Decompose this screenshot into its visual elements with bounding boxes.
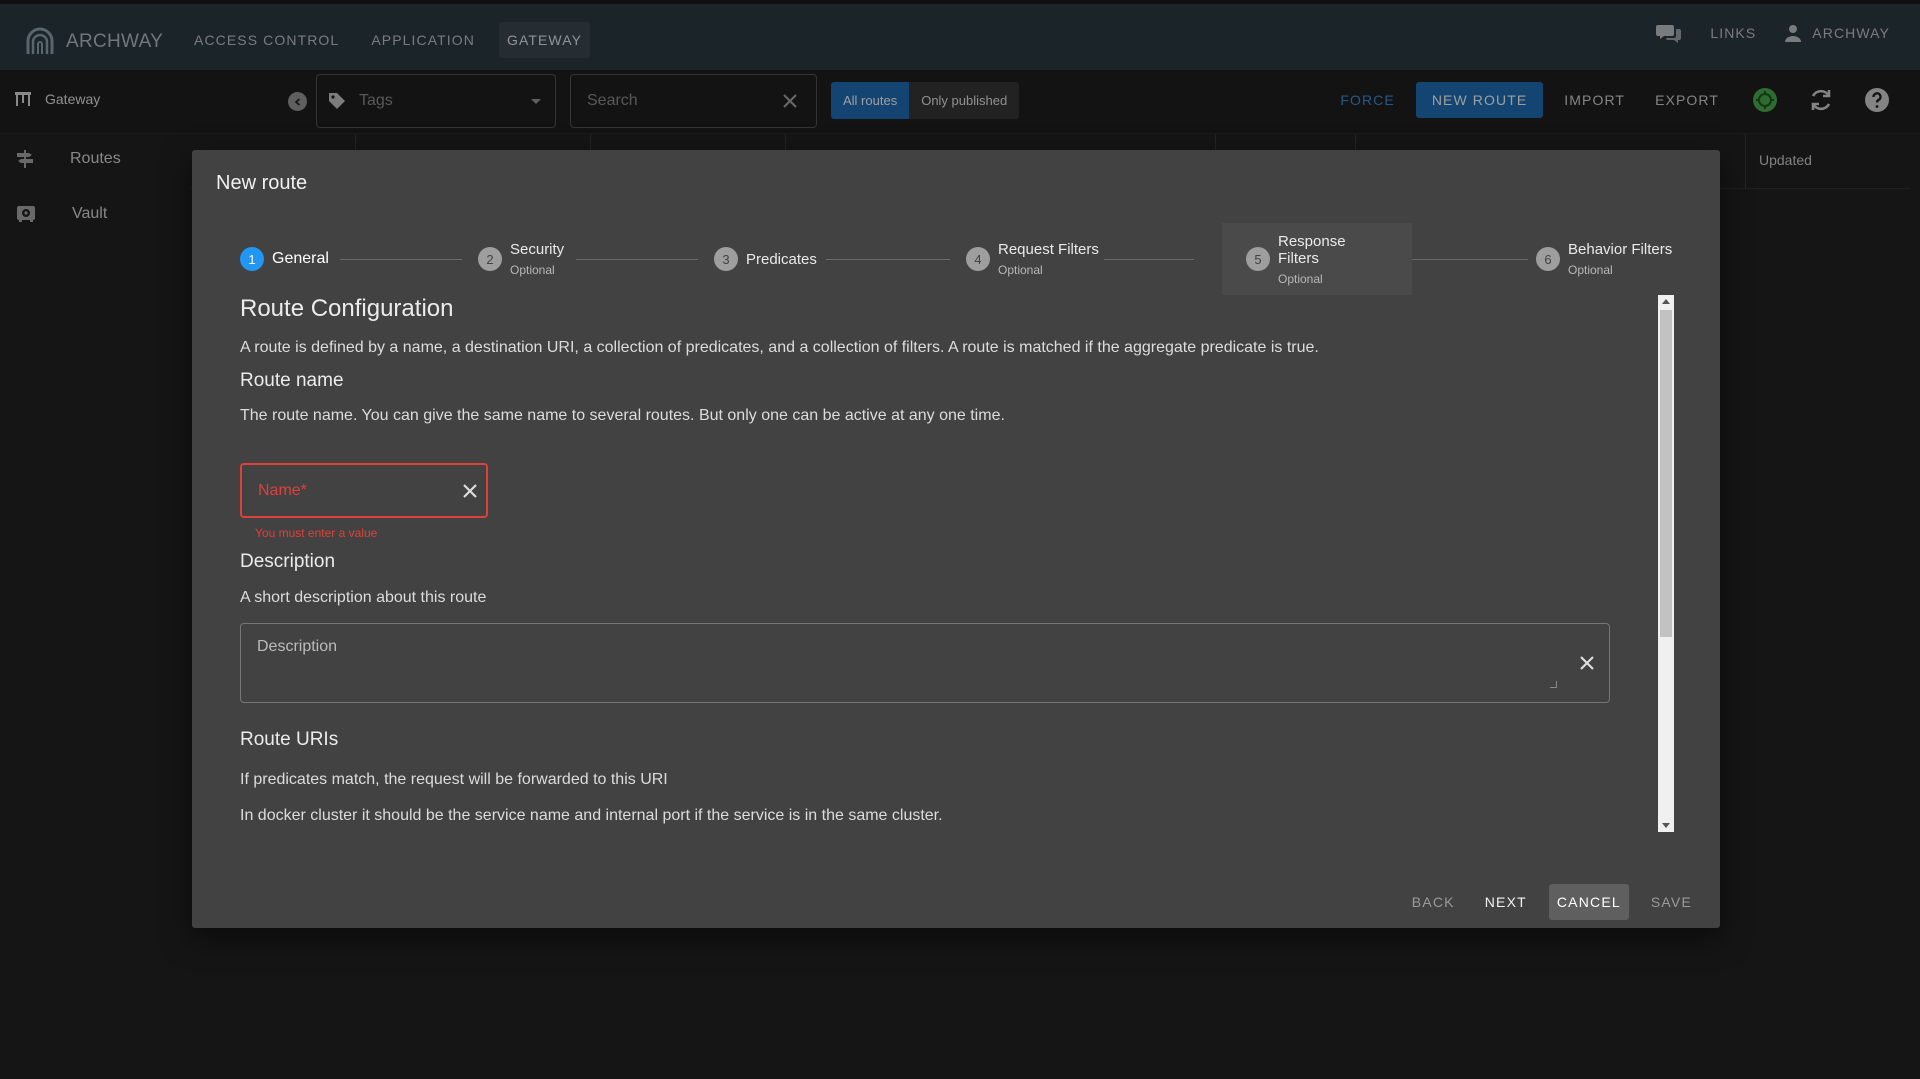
route-name-description: The route name. You can give the same na… bbox=[240, 407, 1005, 424]
content-scrollbar[interactable] bbox=[1658, 295, 1674, 832]
next-button[interactable]: NEXT bbox=[1477, 884, 1535, 920]
step-label: General bbox=[272, 250, 329, 267]
step-security[interactable]: 2 Security Optional bbox=[478, 223, 564, 295]
step-response-filters[interactable]: 5 Response Filters Optional bbox=[1222, 223, 1412, 295]
route-name-field bbox=[240, 463, 488, 518]
step-number: 1 bbox=[240, 247, 264, 271]
cancel-button[interactable]: CANCEL bbox=[1548, 884, 1629, 920]
dialog-actions: BACK NEXT CANCEL SAVE bbox=[1390, 884, 1700, 920]
save-button[interactable]: SAVE bbox=[1643, 884, 1700, 920]
step-number: 4 bbox=[966, 247, 990, 271]
route-configuration-intro: A route is defined by a name, a destinat… bbox=[240, 339, 1319, 356]
route-configuration-heading: Route Configuration bbox=[240, 295, 454, 322]
description-heading: Description bbox=[240, 551, 336, 572]
scrollbar-thumb[interactable] bbox=[1660, 310, 1672, 637]
step-number: 2 bbox=[478, 247, 502, 271]
step-optional: Optional bbox=[510, 263, 555, 277]
clear-name-icon[interactable] bbox=[462, 483, 478, 499]
step-number: 6 bbox=[1536, 247, 1560, 271]
scroll-down-arrow-icon[interactable] bbox=[1662, 823, 1670, 828]
step-content[interactable]: Route Configuration A route is defined b… bbox=[240, 295, 1710, 832]
resize-handle-icon[interactable] bbox=[1550, 681, 1557, 688]
route-name-input[interactable] bbox=[256, 480, 440, 501]
description-field bbox=[240, 623, 1610, 703]
route-name-error: You must enter a value bbox=[255, 526, 378, 540]
description-help: A short description about this route bbox=[240, 589, 487, 606]
step-connector bbox=[576, 259, 698, 260]
step-optional: Optional bbox=[998, 263, 1043, 277]
step-number: 5 bbox=[1246, 247, 1270, 271]
route-uris-description-1: If predicates match, the request will be… bbox=[240, 771, 668, 788]
stepper: 1 General 2 Security Optional 3 Predicat… bbox=[240, 223, 1680, 295]
step-connector bbox=[340, 259, 462, 260]
new-route-dialog: New route 1 General 2 Security Optional … bbox=[192, 150, 1720, 928]
step-number: 3 bbox=[714, 247, 738, 271]
description-input[interactable] bbox=[255, 636, 1519, 692]
step-general[interactable]: 1 General bbox=[240, 223, 329, 295]
step-optional: Optional bbox=[1278, 271, 1323, 286]
step-predicates[interactable]: 3 Predicates bbox=[714, 223, 817, 295]
step-connector bbox=[826, 259, 950, 260]
back-button[interactable]: BACK bbox=[1404, 884, 1463, 920]
route-name-heading: Route name bbox=[240, 370, 344, 391]
step-request-filters[interactable]: 4 Request Filters Optional bbox=[966, 223, 1099, 295]
step-label: Predicates bbox=[746, 250, 817, 268]
step-connector bbox=[1404, 259, 1528, 260]
step-label: Response Filters bbox=[1278, 232, 1346, 267]
route-uris-heading: Route URIs bbox=[240, 729, 339, 750]
step-label: Security bbox=[510, 241, 565, 258]
step-connector bbox=[1104, 259, 1194, 260]
scroll-up-arrow-icon[interactable] bbox=[1662, 299, 1670, 304]
route-uris-description-2: In docker cluster it should be the servi… bbox=[240, 807, 943, 824]
clear-description-icon[interactable] bbox=[1579, 655, 1595, 671]
step-behavior-filters[interactable]: 6 Behavior Filters Optional bbox=[1536, 223, 1672, 295]
step-optional: Optional bbox=[1568, 263, 1613, 277]
step-label: Request Filters bbox=[998, 241, 1099, 258]
dialog-title: New route bbox=[216, 172, 308, 194]
step-label: Behavior Filters bbox=[1568, 241, 1673, 258]
